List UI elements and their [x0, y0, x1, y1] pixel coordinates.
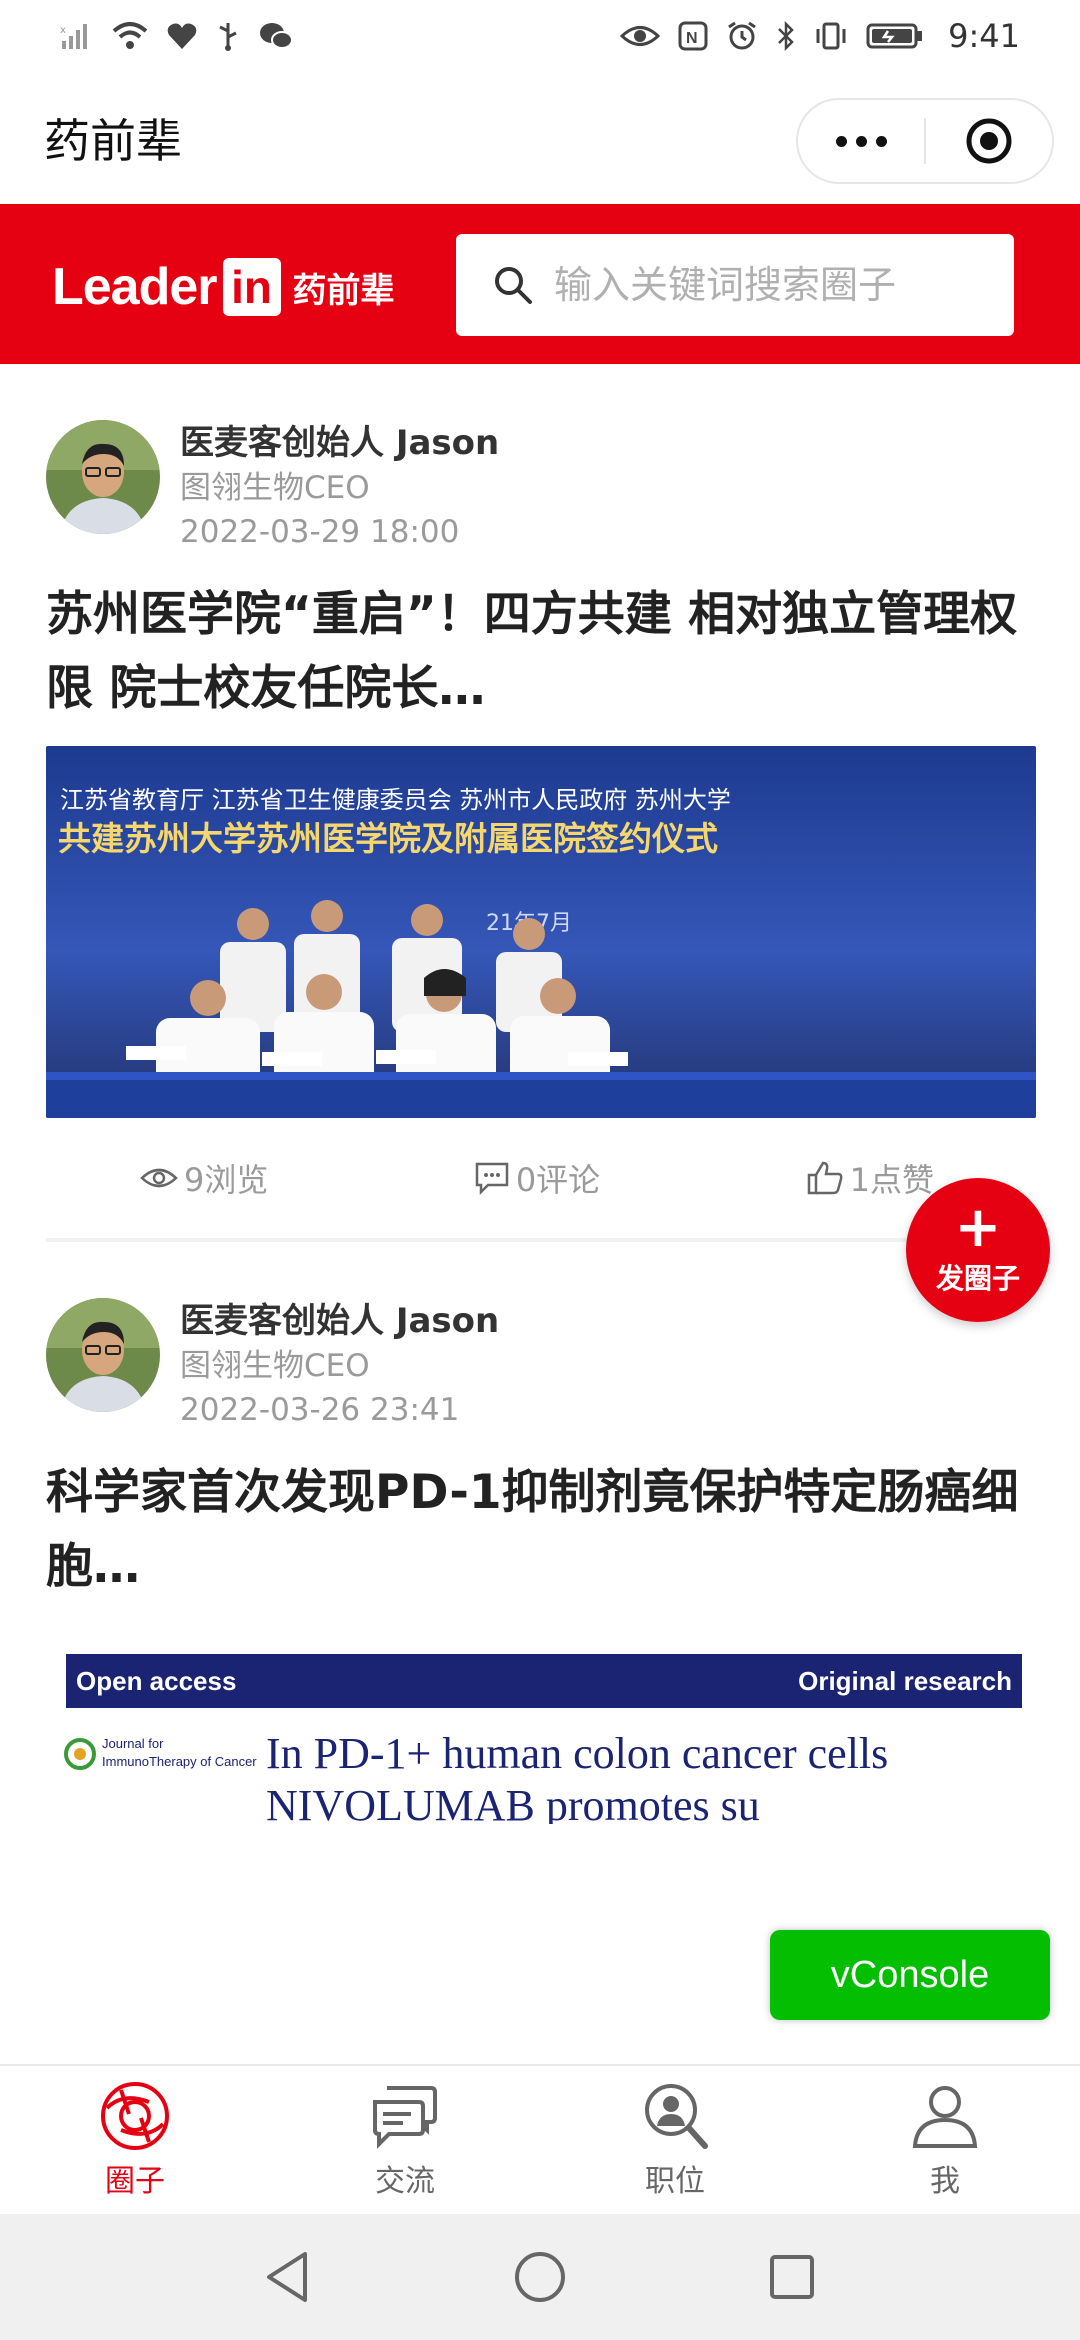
more-button[interactable] — [798, 100, 924, 182]
app-header: 药前辈 — [0, 72, 1080, 204]
eye-icon — [140, 1168, 178, 1188]
eye-icon — [620, 26, 661, 46]
comment-icon — [475, 1162, 509, 1195]
author-name[interactable]: 医麦客创始人 Jason — [180, 1298, 499, 1344]
fab-label: 发圈子 — [935, 1262, 1020, 1295]
tab-label: 圈子 — [105, 2164, 165, 2199]
thumbs-up-icon — [807, 1161, 843, 1195]
wechat-icon — [260, 23, 293, 49]
original-research-label: Original research — [798, 1666, 1012, 1696]
post-circle-fab[interactable]: + 发圈子 — [906, 1178, 1050, 1322]
post-header: 医麦客创始人 Jason 图翎生物CEO 2022-03-29 18:00 — [46, 364, 1034, 554]
person-icon — [912, 2086, 978, 2148]
nfc-icon: N — [678, 21, 708, 51]
tab-me[interactable]: 我 — [810, 2066, 1080, 2214]
brand-bar: Leader in 药前辈 — [0, 204, 1080, 364]
wifi-icon — [112, 22, 148, 49]
likes-stat[interactable]: 1点赞 — [806, 1155, 934, 1201]
more-dot-2 — [855, 135, 867, 147]
search-input[interactable] — [554, 263, 994, 307]
article-headline-1: In PD-1+ human colon cancer cells — [266, 1729, 888, 1778]
tab-label: 我 — [930, 2164, 960, 2199]
chat-bubbles-icon — [373, 2086, 437, 2149]
post-card[interactable]: 医麦客创始人 Jason 图翎生物CEO 2022-03-26 23:41 科学… — [0, 1242, 1080, 1824]
bottom-tab-bar: 圈子 交流 职位 我 — [0, 2064, 1080, 2214]
tab-label: 职位 — [645, 2164, 705, 2199]
post-image[interactable]: Open access Original research Journal fo… — [46, 1624, 1036, 1824]
post-time: 2022-03-26 23:41 — [180, 1392, 460, 1428]
leaderin-logo: Leader in 药前辈 — [52, 252, 395, 322]
usb-icon — [219, 23, 237, 51]
banner-line1: 江苏省教育厅 江苏省卫生健康委员会 苏州市人民政府 苏州大学 — [60, 786, 731, 814]
comments-count: 0评论 — [515, 1161, 601, 1199]
status-bar: x N 9:41 — [0, 0, 1080, 72]
more-dots-icon — [835, 135, 847, 147]
author-company: 图翎生物CEO — [180, 470, 370, 506]
post-title[interactable]: 苏州医学院“重启”！四方共建 相对独立管理权限 院士校友任院长… — [46, 578, 1034, 726]
comments-stat[interactable]: 0评论 — [474, 1155, 600, 1201]
logo-text: Leader — [52, 258, 218, 316]
logo-in: in — [222, 258, 281, 316]
author-name[interactable]: 医麦客创始人 Jason — [180, 420, 499, 466]
capsule-menu — [796, 98, 1054, 184]
vconsole-button[interactable]: vConsole — [770, 1930, 1050, 2020]
views-stat: 9浏览 — [140, 1155, 268, 1201]
more-dot-3 — [875, 135, 887, 147]
article-headline-2: NIVOLUMAB promotes su — [266, 1781, 760, 1824]
alarm-icon — [728, 21, 756, 50]
vibrate-icon — [816, 22, 846, 50]
tab-jobs[interactable]: 职位 — [540, 2066, 810, 2214]
tab-chat[interactable]: 交流 — [270, 2066, 540, 2214]
post-image[interactable]: 江苏省教育厅 江苏省卫生健康委员会 苏州市人民政府 苏州大学 共建苏州大学苏州医… — [46, 746, 1036, 1118]
status-left-icons: x — [60, 21, 294, 51]
tab-label: 交流 — [375, 2164, 435, 2199]
post-header: 医麦客创始人 Jason 图翎生物CEO 2022-03-26 23:41 — [46, 1242, 1034, 1432]
search-icon — [495, 267, 532, 304]
post-card[interactable]: 医麦客创始人 Jason 图翎生物CEO 2022-03-29 18:00 苏州… — [0, 364, 1080, 1238]
bluetooth-icon — [778, 21, 794, 51]
system-nav-bar — [0, 2214, 1080, 2340]
svg-text:N: N — [686, 30, 698, 47]
page-title: 药前辈 — [44, 114, 182, 168]
plus-icon: + — [954, 1195, 1002, 1260]
avatar[interactable] — [46, 420, 160, 534]
author-company: 图翎生物CEO — [180, 1348, 370, 1384]
battery-icon — [866, 23, 923, 49]
avatar[interactable] — [46, 1298, 160, 1412]
health-icon — [167, 23, 197, 49]
signal-icon: x — [60, 24, 87, 49]
job-search-icon — [645, 2084, 708, 2149]
tab-circle[interactable]: 圈子 — [0, 2066, 270, 2214]
circle-aperture-icon — [101, 2082, 169, 2150]
svg-text:x: x — [60, 25, 66, 36]
post-title[interactable]: 科学家首次发现PD-1抑制剂竟保护特定肠癌细胞… — [46, 1456, 1034, 1604]
author-info: 医麦客创始人 Jason 图翎生物CEO 2022-03-29 18:00 — [180, 420, 499, 554]
logo-cn: 药前辈 — [292, 270, 395, 311]
svg-text:ImmunoTherapy of Cancer: ImmunoTherapy of Cancer — [102, 1754, 257, 1769]
back-icon[interactable] — [263, 2250, 313, 2304]
banner-line2: 共建苏州大学苏州医学院及附属医院签约仪式 — [58, 819, 718, 858]
post-time: 2022-03-29 18:00 — [180, 514, 460, 550]
svg-text:Journal for: Journal for — [102, 1736, 164, 1751]
status-time: 9:41 — [948, 17, 1020, 55]
home-icon[interactable] — [513, 2250, 567, 2304]
status-right-icons: N 9:41 — [620, 17, 1020, 55]
post-stats: 9浏览 0评论 1点赞 — [46, 1118, 1034, 1238]
recents-icon[interactable] — [767, 2252, 817, 2302]
likes-count: 1点赞 — [849, 1161, 934, 1199]
target-close-icon — [966, 118, 1012, 164]
search-box[interactable] — [456, 234, 1014, 336]
views-count: 9浏览 — [184, 1161, 269, 1199]
open-access-label: Open access — [76, 1666, 236, 1696]
author-info: 医麦客创始人 Jason 图翎生物CEO 2022-03-26 23:41 — [180, 1298, 499, 1432]
close-miniprogram-button[interactable] — [926, 100, 1052, 182]
